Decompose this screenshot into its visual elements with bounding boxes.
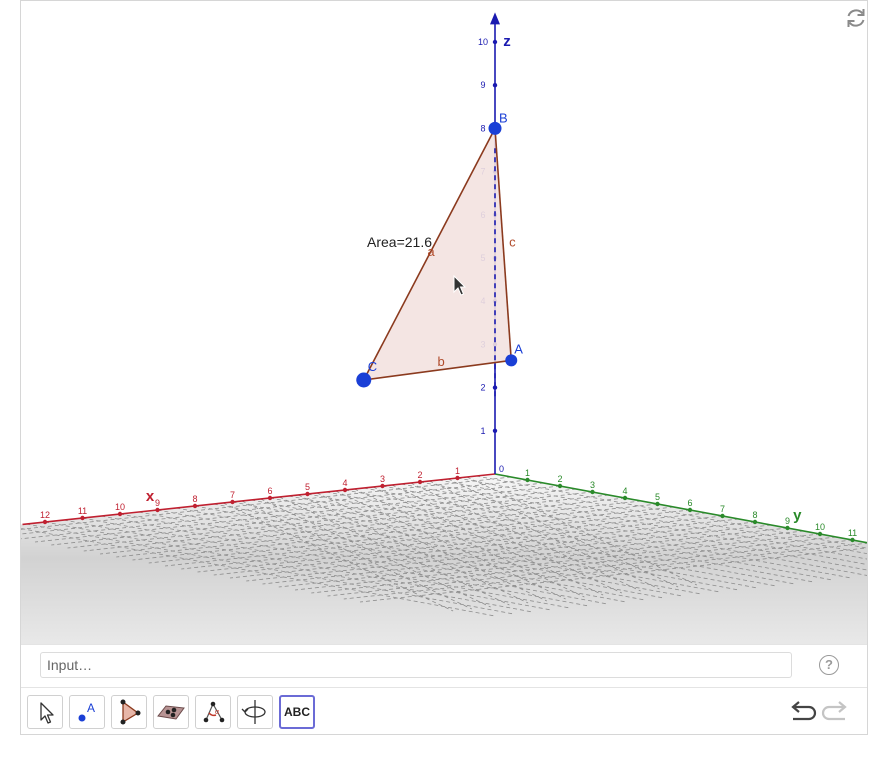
svg-text:α: α (215, 709, 219, 716)
y-axis-tick-mark (655, 501, 660, 507)
polygon-icon (120, 699, 141, 725)
x-axis-tick-label: 6 (267, 486, 272, 496)
y-axis-tick-mark (720, 513, 725, 519)
y-axis-tick-mark (557, 483, 563, 489)
x-axis-tick-mark (305, 491, 310, 497)
triangle-polygon[interactable] (363, 128, 512, 380)
x-axis-tick-label: 5 (305, 482, 310, 492)
point-label-B: B (499, 110, 508, 125)
x-axis-tick-mark (155, 507, 160, 513)
x-axis-tick-label: 8 (192, 494, 197, 504)
x-axis-tick-mark (267, 495, 273, 501)
point-label-C: C (368, 359, 377, 374)
x-axis-tick-mark (42, 519, 48, 525)
geogebra-applet: 123456789101112x1234567891011y1234567891… (20, 0, 868, 735)
segment-label-c: c (509, 234, 516, 249)
y-axis-tick-mark (752, 519, 758, 525)
y-axis-tick-label: 4 (622, 486, 627, 496)
x-axis-tick-label: 9 (155, 498, 160, 508)
plane-tool-button[interactable] (153, 695, 189, 729)
point-tool-button[interactable]: A (69, 695, 105, 729)
z-axis-tick-label: 8 (480, 123, 485, 133)
x-axis-name: x (146, 488, 155, 505)
x-axis-tick-label: 7 (230, 490, 235, 500)
y-axis-tick-mark (785, 525, 790, 531)
x-axis-tick-label: 2 (417, 470, 422, 480)
x-axis-tick-mark (380, 483, 385, 489)
y-axis-tick-label: 7 (720, 504, 725, 514)
y-axis-tick-mark (590, 489, 595, 495)
toolbar: A α ABC (21, 687, 867, 734)
y-axis-tick-label: 3 (590, 480, 595, 490)
y-axis-tick-mark (850, 537, 855, 543)
x-axis-tick-mark (117, 511, 123, 517)
x-axis-tick-mark (455, 475, 460, 481)
x-axis-tick-label: 12 (40, 510, 50, 520)
input-bar: ? (21, 644, 867, 687)
y-axis-tick-label: 11 (848, 528, 857, 538)
algebra-input[interactable] (40, 652, 792, 678)
segment-label-b: b (438, 354, 445, 369)
x-axis-tick-label: 10 (115, 502, 125, 512)
point-icon: A (78, 701, 95, 722)
y-axis-tick-mark (817, 531, 823, 537)
polygon-tool-button[interactable] (111, 695, 147, 729)
y-axis-tick-label: 8 (752, 510, 757, 520)
z-axis-tick-mark (492, 83, 498, 88)
z-axis-tick-mark (492, 428, 498, 433)
text-tool-label: ABC (284, 705, 310, 719)
point-C[interactable] (356, 372, 372, 388)
rotate-view-tool-button[interactable] (237, 695, 273, 729)
y-axis-tick-mark (687, 507, 693, 513)
z-axis-tick-label: 1 (480, 426, 485, 436)
y-axis-tick-mark (525, 477, 530, 483)
angle-tool-button[interactable]: α (195, 695, 231, 729)
x-axis-tick-label: 3 (380, 474, 385, 484)
x-axis-tick-mark (80, 515, 85, 521)
z-axis-tick-label: 2 (480, 383, 485, 393)
origin-label: 0 (499, 464, 504, 474)
z-axis-name: z (503, 33, 511, 50)
x-axis-tick-mark (230, 499, 235, 505)
point-label-A: A (514, 341, 523, 356)
y-axis-tick-label: 10 (815, 522, 825, 532)
y-axis-name: y (793, 507, 802, 524)
y-axis-tick-label: 2 (557, 474, 562, 484)
z-axis-tick-mark (492, 39, 498, 45)
y-axis-tick-label: 5 (655, 492, 660, 502)
angle-icon: α (203, 701, 225, 723)
z-axis-arrow (490, 12, 500, 25)
x-axis-tick-label: 4 (342, 478, 347, 488)
3d-scene[interactable]: 123456789101112x1234567891011y1234567891… (21, 1, 867, 644)
x-axis-tick-label: 11 (78, 506, 87, 516)
redo-icon[interactable] (819, 698, 853, 728)
rotate-3d-icon (241, 700, 266, 724)
x-axis-tick-mark (192, 503, 198, 509)
area-label[interactable]: Area=21.6 (367, 234, 432, 250)
z-axis-tick-label: 9 (480, 80, 485, 90)
svg-text:A: A (87, 701, 95, 715)
plane-through-points-icon (157, 705, 185, 720)
x-axis-tick-mark (417, 479, 423, 485)
y-axis-tick-label: 6 (687, 498, 692, 508)
y-axis-tick-label: 1 (525, 468, 530, 478)
move-tool-button[interactable] (27, 695, 63, 729)
help-icon[interactable]: ? (819, 655, 839, 675)
x-axis-tick-mark (342, 487, 348, 493)
refresh-view-icon[interactable] (843, 5, 867, 31)
z-axis-tick-label: 10 (478, 37, 488, 47)
x-axis-tick-label: 1 (455, 466, 460, 476)
3d-graphics-view[interactable]: 123456789101112x1234567891011y1234567891… (21, 1, 867, 644)
text-tool-button[interactable]: ABC (279, 695, 315, 729)
arrow-cursor-icon (40, 702, 54, 724)
y-axis-tick-mark (622, 495, 628, 501)
undo-icon[interactable] (785, 698, 819, 728)
y-axis-tick-label: 9 (785, 516, 790, 526)
